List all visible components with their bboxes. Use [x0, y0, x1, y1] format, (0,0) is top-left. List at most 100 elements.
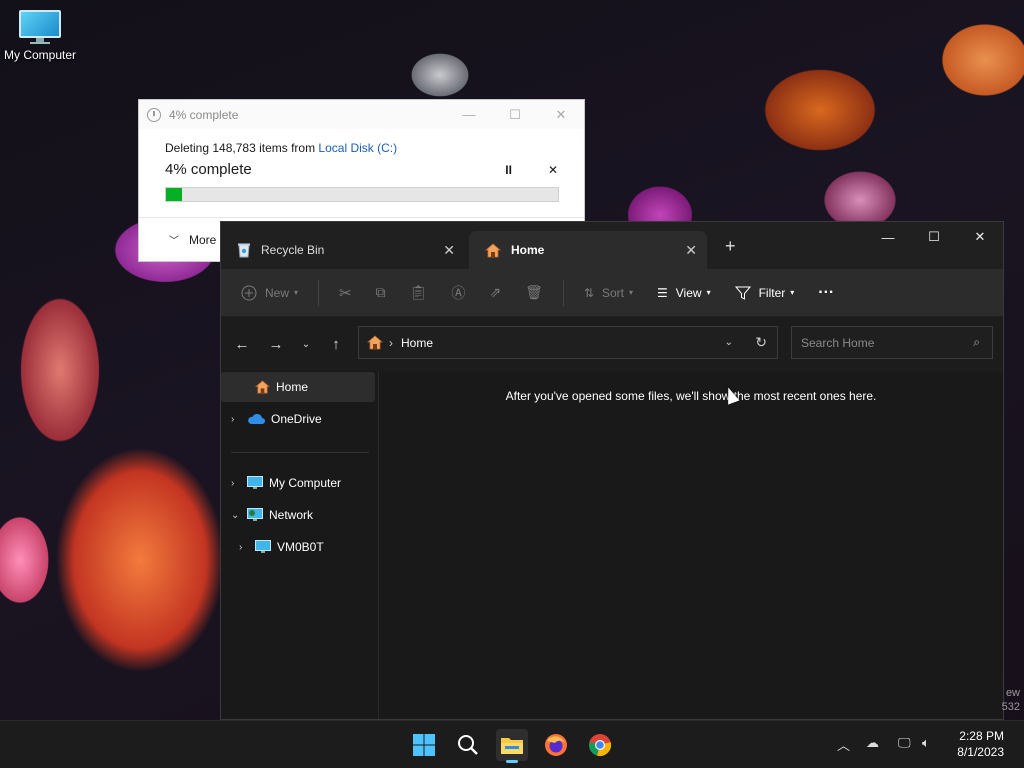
trash-icon: 🗑︎ [525, 284, 543, 300]
close-tab-icon[interactable]: ✕ [685, 242, 697, 259]
search-button[interactable] [452, 729, 484, 761]
clock-icon [147, 107, 161, 122]
expand-chevron-icon[interactable]: › [231, 414, 247, 425]
search-icon [458, 735, 478, 755]
firefox-icon [545, 734, 567, 756]
clipboard-icon: 📋︎ [409, 284, 428, 300]
command-bar: New ▾ ✂ ⧉ 📋︎ Ⓐ ⇗ 🗑︎ ⇅ Sort ▾ ☰ View ▾ Filte… [221, 269, 1003, 317]
deleting-summary: Deleting 148,783 items from Local Disk (… [165, 141, 558, 155]
file-explorer-window: Recycle Bin ✕ Home ✕ + — ☐ ✕ New ▾ ✂ ⧉ 📋︎… [220, 221, 1004, 720]
copy-button[interactable]: ⧉ [376, 284, 386, 301]
dialog-titlebar: 4% complete — ☐ ✕ [139, 100, 584, 129]
tab-bar: Recycle Bin ✕ Home ✕ + — ☐ ✕ [221, 222, 1003, 269]
sidebar-item-my-computer[interactable]: › My Computer [231, 468, 341, 498]
new-label: New [265, 285, 290, 300]
search-box[interactable]: Search Home ⌕ [791, 326, 993, 359]
chevron-down-icon: ﹀ [169, 236, 179, 247]
network-status-icon[interactable]: 🖵︎ [898, 735, 911, 751]
rename-button[interactable]: Ⓐ [451, 283, 465, 303]
close-button[interactable]: ✕ [957, 222, 1003, 252]
sidebar-item-vm0b0t[interactable]: › VM0B0T [239, 532, 324, 562]
network-icon [247, 508, 263, 522]
address-dropdown-icon[interactable]: ⌄ [725, 337, 733, 348]
expand-chevron-icon[interactable]: › [239, 542, 255, 553]
progress-status: 4% complete [165, 161, 252, 178]
breadcrumb-home[interactable]: Home [401, 336, 433, 350]
more-details-label: More [189, 232, 217, 247]
delete-button[interactable]: 🗑︎ [525, 284, 543, 301]
refresh-icon[interactable]: ↻ [755, 334, 767, 351]
close-tab-icon[interactable]: ✕ [443, 242, 455, 259]
cancel-button[interactable]: ✕ [548, 163, 558, 177]
sort-label: Sort [601, 285, 624, 300]
taskbar-chrome[interactable] [584, 729, 616, 761]
sidebar-item-network[interactable]: ⌄ Network [231, 500, 313, 530]
tab-label: Recycle Bin [261, 243, 325, 257]
search-placeholder: Search Home [801, 335, 875, 350]
pause-button[interactable]: II [505, 163, 512, 177]
recent-locations-chevron-icon[interactable]: ⌄ [293, 339, 319, 350]
navigation-pane: Home › OneDrive › My Computer ⌄ Network … [221, 371, 379, 719]
taskbar-file-explorer[interactable] [496, 729, 528, 763]
taskbar-firefox[interactable] [540, 729, 572, 761]
home-icon [485, 242, 501, 258]
chrome-icon [589, 734, 612, 757]
cut-button[interactable]: ✂ [339, 284, 352, 302]
toolbar-divider [318, 279, 320, 306]
recycle-bin-icon [237, 242, 251, 258]
deleting-text: Deleting 148,783 items from [165, 141, 319, 155]
ellipsis-icon: ··· [818, 283, 835, 301]
filter-button[interactable]: Filter ▾ [734, 285, 794, 301]
collapse-chevron-icon[interactable]: ⌄ [231, 510, 247, 521]
clock-time: 2:28 PM [959, 729, 1004, 743]
new-button[interactable]: New ▾ [241, 285, 298, 301]
view-button[interactable]: ☰ View ▾ [657, 286, 711, 300]
maximize-button[interactable]: ☐ [492, 107, 538, 123]
start-button[interactable] [408, 729, 440, 761]
sidebar-item-onedrive[interactable]: › OneDrive [231, 404, 322, 434]
folder-icon [501, 738, 523, 754]
show-hidden-icons-chevron-icon[interactable]: ︿ [837, 735, 850, 754]
minimize-button[interactable]: — [865, 222, 911, 252]
expand-chevron-icon[interactable]: › [231, 478, 247, 489]
forward-arrow-icon[interactable]: → [259, 336, 293, 353]
rename-icon: Ⓐ [451, 284, 466, 301]
progress-bar-fill [166, 188, 182, 201]
source-drive-link[interactable]: Local Disk (C:) [318, 141, 397, 155]
navigation-row: ← → ⌄ ↑ › Home ⌄ ↻ Search Home ⌕ [221, 317, 1003, 371]
computer-icon [247, 476, 263, 490]
system-clock[interactable]: 2:28 PM 8/1/2023 [957, 728, 1004, 760]
sidebar-item-label: Network [269, 508, 314, 522]
close-button[interactable]: ✕ [538, 107, 584, 123]
sidebar-item-label: Home [276, 380, 309, 394]
maximize-button[interactable]: ☐ [911, 222, 957, 252]
sort-button[interactable]: ⇅ Sort ▾ [584, 286, 633, 300]
progress-bar [165, 187, 559, 202]
taskbar: ︿ ☁ 🖵︎ 🔈︎ 2:28 PM 8/1/2023 [0, 720, 1024, 768]
desktop-watermark: ew 532 [1002, 686, 1020, 714]
address-bar[interactable]: › Home ⌄ ↻ [358, 326, 778, 359]
watermark-line: ew [1005, 687, 1020, 699]
search-icon: ⌕ [973, 335, 980, 349]
onedrive-offline-icon[interactable]: ☁ [866, 735, 879, 751]
tab-home[interactable]: Home ✕ [469, 231, 707, 269]
volume-icon[interactable]: 🔈︎ [922, 735, 930, 751]
minimize-button[interactable]: — [446, 107, 492, 123]
new-tab-button[interactable]: + [725, 236, 736, 257]
view-label: View [675, 285, 702, 300]
paste-button[interactable]: 📋︎ [410, 284, 428, 301]
back-arrow-icon[interactable]: ← [225, 336, 259, 353]
sidebar-item-home[interactable]: Home [221, 372, 375, 402]
home-icon [255, 380, 270, 394]
tab-recycle-bin[interactable]: Recycle Bin ✕ [221, 231, 465, 269]
sidebar-item-label: VM0B0T [277, 540, 324, 554]
desktop-icon-my-computer[interactable]: My Computer [2, 10, 78, 62]
up-arrow-icon[interactable]: ↑ [319, 336, 353, 353]
more-options-button[interactable]: ··· [818, 284, 834, 302]
monitor-icon [19, 10, 61, 44]
filter-label: Filter [758, 285, 786, 300]
copy-icon: ⧉ [375, 284, 386, 300]
share-button[interactable]: ⇗ [489, 284, 501, 301]
toolbar-divider [562, 279, 564, 306]
sidebar-item-label: OneDrive [271, 412, 322, 426]
